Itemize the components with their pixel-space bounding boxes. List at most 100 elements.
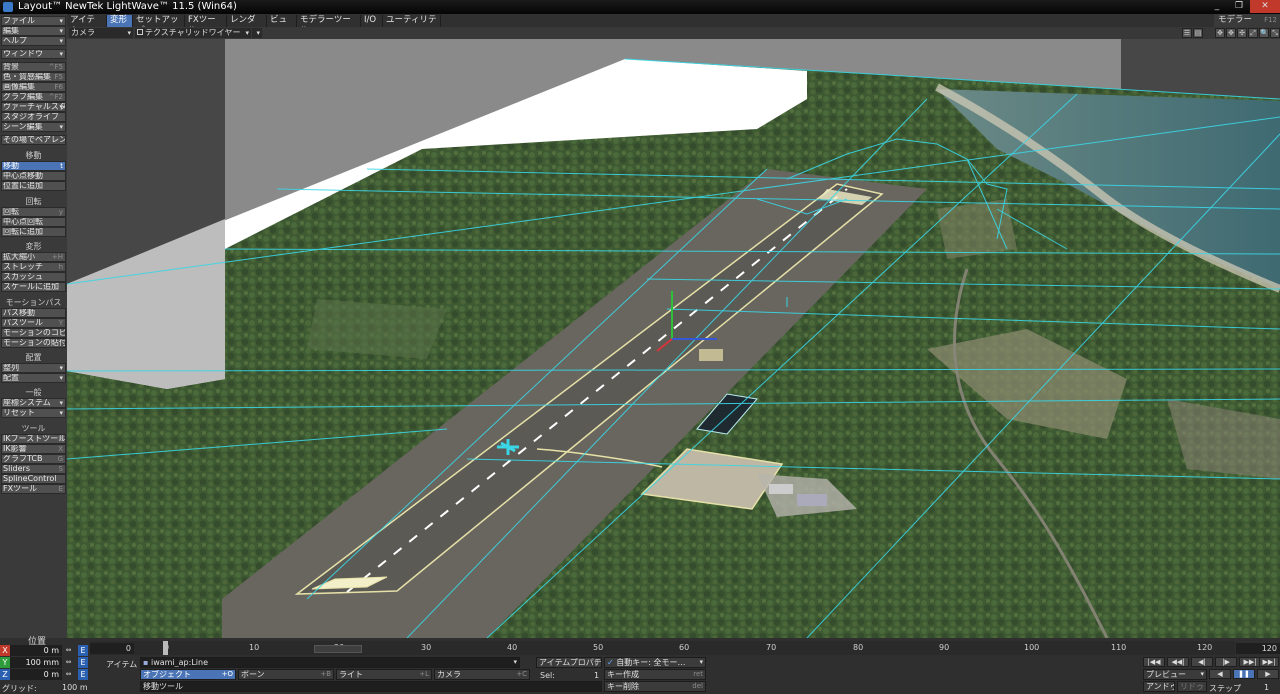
- delete-key-button[interactable]: キー削除 del: [604, 681, 706, 692]
- pan-icon[interactable]: ✥: [1215, 28, 1225, 38]
- reset-menu[interactable]: リセット ▾: [1, 408, 66, 418]
- zoom-icon[interactable]: 🔍: [1259, 28, 1269, 38]
- timeline-playhead[interactable]: [163, 641, 168, 655]
- background-button[interactable]: 背景 ^F5: [1, 62, 66, 72]
- align-menu[interactable]: 整列 ▾: [1, 363, 66, 373]
- timeline-slider[interactable]: [90, 641, 1235, 655]
- surface-editor-button[interactable]: 色・質感編集 F5: [1, 72, 66, 82]
- tab-render[interactable]: レンダー: [227, 15, 267, 36]
- auto-key-select[interactable]: ✓ 自動キー: 全モー… ▾: [604, 657, 706, 668]
- help-menu[interactable]: ヘルプ ▾: [1, 36, 66, 46]
- coordinate-system-menu[interactable]: 座標システム ▾: [1, 398, 66, 408]
- add-to-scale-button[interactable]: スケールに追加: [1, 282, 66, 292]
- next-frame-button[interactable]: |▶: [1215, 657, 1237, 667]
- edit-menu[interactable]: 編集 ▾: [1, 26, 66, 36]
- add-to-position-button[interactable]: 位置に追加: [1, 181, 66, 191]
- x-envelope-button[interactable]: E: [78, 645, 88, 656]
- arrange-menu[interactable]: 配置 ▾: [1, 373, 66, 383]
- window-menu[interactable]: ウィンドウ ▾: [1, 49, 66, 59]
- restore-button[interactable]: ❐: [1228, 0, 1250, 13]
- graph-tcb-button[interactable]: グラフTCB G: [1, 454, 66, 464]
- parent-in-place-button[interactable]: その場でペアレント: [1, 135, 66, 145]
- close-button[interactable]: ✕: [1250, 0, 1280, 13]
- tab-modeler-tools[interactable]: モデラーツール: [297, 15, 361, 36]
- spline-control-button[interactable]: SplineControl: [1, 474, 66, 484]
- sliders-button[interactable]: Sliders S: [1, 464, 66, 474]
- file-menu[interactable]: ファイル ▾: [1, 16, 66, 26]
- step-value[interactable]: 1: [1264, 683, 1269, 692]
- grid-size-value[interactable]: 100 m: [62, 683, 88, 692]
- x-link-icon[interactable]: ⇔: [64, 646, 73, 655]
- y-envelope-button[interactable]: E: [78, 657, 88, 668]
- y-position-field[interactable]: 100 mm: [10, 657, 62, 668]
- modeler-button[interactable]: モデラー F12: [1214, 14, 1280, 27]
- go-to-end-button[interactable]: ▶▶|: [1259, 657, 1279, 667]
- render-mode-select[interactable]: テクスチャリッドワイヤー ▾: [135, 28, 251, 38]
- next-key-button[interactable]: ▶▶|: [1239, 657, 1261, 667]
- cameras-button[interactable]: カメラ +C: [434, 669, 530, 680]
- current-frame-field[interactable]: 0: [90, 643, 134, 654]
- z-link-icon[interactable]: ⇔: [64, 670, 73, 679]
- ik-booster-button[interactable]: IKブーストツール B: [1, 434, 66, 444]
- move-section-heading: 移動: [25, 151, 42, 160]
- tab-fx-tools[interactable]: FXツール: [185, 15, 227, 36]
- tab-view[interactable]: ビュー: [267, 15, 297, 36]
- maximize-viewport-icon[interactable]: ⤡: [1270, 28, 1280, 38]
- 3d-viewport[interactable]: [67, 39, 1280, 638]
- z-position-field[interactable]: 0 m: [10, 669, 62, 680]
- bones-button[interactable]: ボーン +B: [238, 669, 334, 680]
- paste-motion-button[interactable]: モーションの貼付け: [1, 338, 66, 348]
- tab-setup[interactable]: セットアップ: [133, 15, 185, 36]
- end-frame-field[interactable]: 120: [1236, 643, 1280, 654]
- zoom-fit-icon[interactable]: ⤢: [1248, 28, 1258, 38]
- viewport-layout-icon[interactable]: ▤: [1193, 28, 1203, 38]
- go-to-start-button[interactable]: |◀◀: [1143, 657, 1165, 667]
- timeline-tick: 50: [593, 643, 604, 652]
- squash-button[interactable]: スカッシュ: [1, 272, 66, 282]
- tab-utilities[interactable]: ユーティリティ: [383, 15, 441, 36]
- fx-tool-button[interactable]: FXツール E: [1, 484, 66, 494]
- previous-key-button[interactable]: ◀◀|: [1167, 657, 1189, 667]
- add-to-rotation-button[interactable]: 回転に追加: [1, 227, 66, 237]
- ik-influence-button[interactable]: IK影響 X: [1, 444, 66, 454]
- image-editor-button[interactable]: 画像編集 F6: [1, 82, 66, 92]
- tab-modify[interactable]: 変形: [107, 15, 133, 27]
- item-properties-button[interactable]: アイテムプロパティp: [536, 657, 602, 668]
- move-button[interactable]: 移動 t: [1, 161, 66, 171]
- objects-button[interactable]: オブジェクト +O: [140, 669, 236, 680]
- graph-editor-button[interactable]: グラフ編集 ^F2: [1, 92, 66, 102]
- tab-item[interactable]: アイテム: [67, 15, 107, 36]
- render-mode-options[interactable]: ▾: [252, 28, 262, 38]
- size-button[interactable]: 拡大縮小 +H: [1, 252, 66, 262]
- previous-frame-button[interactable]: ◀|: [1191, 657, 1213, 667]
- tab-io[interactable]: I/O: [361, 15, 383, 27]
- view-type-select[interactable]: カメラ ▾: [69, 28, 133, 38]
- copy-motion-button[interactable]: モーションのコピー: [1, 328, 66, 338]
- viewport-menu-icon[interactable]: ☰: [1182, 28, 1192, 38]
- rotate-button[interactable]: 回転 y: [1, 207, 66, 217]
- move-pivot-button[interactable]: 中心点移動: [1, 171, 66, 181]
- timeline-range-marker[interactable]: [314, 645, 362, 653]
- path-move-button[interactable]: パス移動: [1, 308, 66, 318]
- rotate-pivot-button[interactable]: 中心点回転: [1, 217, 66, 227]
- scene-editor-button[interactable]: シーン編集 ▾: [1, 122, 66, 132]
- undo-button[interactable]: アンドゥ: [1143, 681, 1175, 692]
- studio-live-button[interactable]: スタジオライブ: [1, 112, 66, 122]
- rotate-view-icon[interactable]: ✣: [1237, 28, 1247, 38]
- play-button[interactable]: ▶: [1257, 669, 1279, 679]
- preview-menu[interactable]: プレビュー ▾: [1143, 669, 1207, 680]
- x-position-field[interactable]: 0 m: [10, 645, 62, 656]
- virtual-studio-button[interactable]: ヴァーチャルスタジオ▾: [1, 102, 66, 112]
- pause-button[interactable]: ❚❚: [1233, 669, 1255, 679]
- minimize-button[interactable]: _: [1206, 0, 1228, 13]
- z-envelope-button[interactable]: E: [78, 669, 88, 680]
- path-tool-button[interactable]: パスツール Y: [1, 318, 66, 328]
- stretch-button[interactable]: ストレッチ h: [1, 262, 66, 272]
- create-key-button[interactable]: キー作成 ret: [604, 669, 706, 680]
- lights-button[interactable]: ライト +L: [336, 669, 432, 680]
- y-link-icon[interactable]: ⇔: [64, 658, 73, 667]
- redo-button[interactable]: リドゥ: [1177, 681, 1207, 692]
- move-view-icon[interactable]: ✥: [1226, 28, 1236, 38]
- play-reverse-button[interactable]: ◀: [1209, 669, 1231, 679]
- current-item-select[interactable]: ▪ iwami_ap:Line ▾: [140, 657, 520, 668]
